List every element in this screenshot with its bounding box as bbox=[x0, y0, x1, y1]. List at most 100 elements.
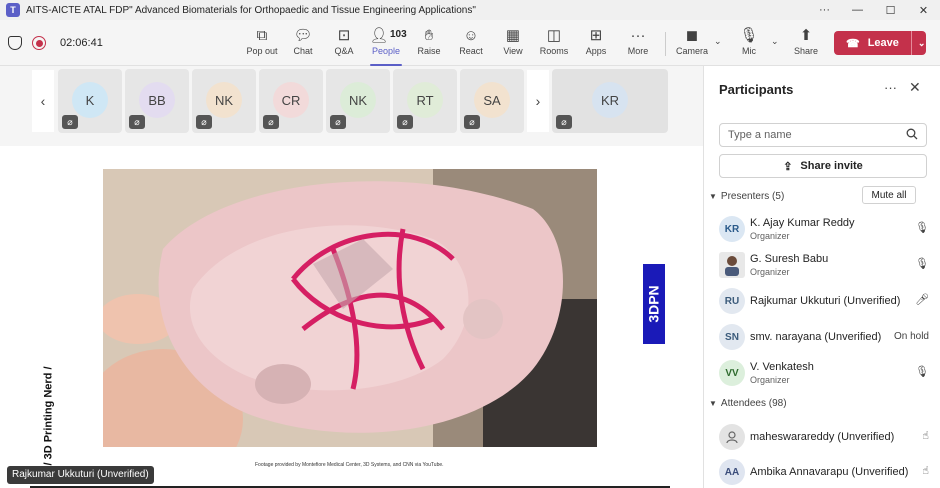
presenters-section-toggle[interactable]: ▼ Presenters (5) bbox=[709, 191, 784, 202]
search-icon[interactable] bbox=[906, 128, 918, 140]
chat-button[interactable]: 💬︎ Chat bbox=[281, 26, 325, 62]
mute-all-button[interactable]: Mute all bbox=[862, 186, 916, 204]
window-more-button[interactable]: ··· bbox=[808, 4, 841, 16]
brand-label: 3DPN bbox=[646, 285, 663, 323]
attendees-section-toggle[interactable]: ▼ Attendees (98) bbox=[709, 398, 787, 409]
participant-tile[interactable]: KR ⌀ bbox=[552, 69, 668, 133]
channel-caption: / 3D Printing Nerd / bbox=[38, 366, 58, 466]
share-button[interactable]: ⬆︎ Share bbox=[784, 26, 828, 62]
share-invite-icon: ⇪ bbox=[783, 160, 793, 173]
participant-row[interactable]: G. Suresh Babu Organizer 🎙︎ bbox=[719, 249, 929, 281]
participant-row[interactable]: maheswarareddy (Unverified) ☝︎ bbox=[719, 421, 929, 453]
avatar bbox=[719, 252, 745, 278]
raise-hand-icon: ✋︎ bbox=[424, 27, 434, 44]
avatar: BB bbox=[139, 82, 175, 118]
shared-video-image bbox=[103, 169, 597, 447]
shield-icon[interactable] bbox=[8, 36, 22, 50]
view-button[interactable]: ▦ View bbox=[491, 26, 535, 62]
channel-caption-text: / 3D Printing Nerd / bbox=[42, 366, 55, 466]
meeting-info: 02:06:41 bbox=[8, 20, 103, 66]
participant-name: Ambika Annavarapu (Unverified) bbox=[750, 466, 909, 478]
toolbar-divider bbox=[665, 32, 666, 56]
avatar bbox=[719, 424, 745, 450]
participant-tile[interactable]: CR ⌀ bbox=[259, 69, 323, 133]
close-window-button[interactable]: ✕ bbox=[907, 4, 940, 17]
more-button[interactable]: ··· More bbox=[616, 26, 660, 62]
meeting-toolbar: 02:06:41 ⧉ Pop out 💬︎ Chat ⊡ Q&A 👤︎ 103 … bbox=[0, 20, 940, 66]
mic-muted-icon: ⌀ bbox=[464, 115, 480, 129]
raise-hand-button[interactable]: ✋︎ Raise bbox=[407, 26, 451, 62]
participant-row[interactable]: VV V. Venkatesh Organizer 🎙︎ bbox=[719, 357, 929, 389]
mic-muted-icon: 🎙︎ bbox=[915, 222, 929, 234]
collapse-chevron-icon: ▼ bbox=[709, 399, 717, 408]
next-chevron-icon[interactable]: › bbox=[527, 70, 549, 132]
participant-tile[interactable]: NK ⌀ bbox=[192, 69, 256, 133]
hand-icon: ☝︎ bbox=[922, 465, 929, 477]
participant-tile[interactable]: RT ⌀ bbox=[393, 69, 457, 133]
panel-more-icon[interactable]: ··· bbox=[884, 80, 897, 95]
pop-out-label: Pop out bbox=[246, 46, 278, 56]
avatar: K bbox=[72, 82, 108, 118]
shared-video[interactable] bbox=[103, 169, 597, 447]
mic-on-icon: 🎤︎ bbox=[915, 294, 929, 306]
leave-button[interactable]: ☎︎ Leave ⌄ bbox=[834, 31, 926, 55]
recording-icon bbox=[32, 36, 46, 50]
mic-muted-icon: ⌀ bbox=[129, 115, 145, 129]
participant-row[interactable]: RU Rajkumar Ukkuturi (Unverified) 🎤︎ bbox=[719, 285, 929, 317]
mic-button[interactable]: 🎙︎ Mic bbox=[727, 26, 771, 62]
meeting-stage: ‹ K ⌀ BB ⌀ NK ⌀ CR ⌀ NK ⌀ RT ⌀ SA ⌀ › KR… bbox=[0, 66, 703, 488]
share-icon: ⬆︎ bbox=[799, 27, 813, 44]
mic-options-chevron-icon[interactable]: ⌄ bbox=[771, 36, 779, 47]
mic-muted-icon: ⌀ bbox=[62, 115, 78, 129]
rooms-button[interactable]: ◫ Rooms bbox=[532, 26, 576, 62]
avatar: RU bbox=[719, 288, 745, 314]
participant-name: K. Ajay Kumar Reddy bbox=[750, 217, 855, 229]
avatar: NK bbox=[206, 82, 242, 118]
share-invite-label: Share invite bbox=[800, 160, 863, 172]
camera-options-chevron-icon[interactable]: ⌄ bbox=[714, 36, 722, 47]
pop-out-icon: ⧉ bbox=[256, 27, 268, 44]
attendees-label: Attendees (98) bbox=[720, 398, 787, 409]
rooms-label: Rooms bbox=[539, 46, 569, 56]
participant-tile[interactable]: SA ⌀ bbox=[460, 69, 524, 133]
avatar: KR bbox=[592, 82, 628, 118]
close-icon[interactable]: ✕ bbox=[909, 79, 921, 96]
react-button[interactable]: ☺ React bbox=[449, 26, 493, 62]
avatar: CR bbox=[273, 82, 309, 118]
share-invite-button[interactable]: ⇪ Share invite bbox=[719, 154, 927, 178]
camera-button[interactable]: ◼︎ Camera bbox=[670, 26, 714, 62]
qa-label: Q&A bbox=[334, 46, 354, 56]
participant-row[interactable]: KR K. Ajay Kumar Reddy Organizer 🎙︎ bbox=[719, 213, 929, 245]
pop-out-button[interactable]: ⧉ Pop out bbox=[240, 26, 284, 62]
participant-name: smv. narayana (Unverified) bbox=[750, 331, 882, 343]
avatar: RT bbox=[407, 82, 443, 118]
participant-row[interactable]: AA Ambika Annavarapu (Unverified) ☝︎ bbox=[719, 456, 929, 488]
participant-tile[interactable]: K ⌀ bbox=[58, 69, 122, 133]
minimize-button[interactable]: — bbox=[841, 4, 874, 16]
participant-search-input[interactable] bbox=[728, 124, 898, 146]
avatar: KR bbox=[719, 216, 745, 242]
hand-icon: ☝︎ bbox=[922, 430, 929, 442]
people-count: 103 bbox=[390, 29, 407, 40]
presenter-name-tag: Rajkumar Ukkuturi (Unverified) bbox=[7, 466, 154, 484]
maximize-button[interactable]: ☐ bbox=[874, 4, 907, 17]
participant-tile[interactable]: NK ⌀ bbox=[326, 69, 390, 133]
mic-muted-icon: 🎙︎ bbox=[915, 258, 929, 270]
participant-tile[interactable]: BB ⌀ bbox=[125, 69, 189, 133]
mic-muted-icon: ⌀ bbox=[196, 115, 212, 129]
camera-off-icon: ◼︎ bbox=[685, 27, 699, 44]
more-icon: ··· bbox=[630, 27, 646, 44]
leave-options-chevron-icon[interactable]: ⌄ bbox=[918, 38, 926, 49]
3dpn-logo: 3DPN bbox=[643, 264, 665, 344]
profile-photo-icon bbox=[725, 256, 739, 276]
qa-button[interactable]: ⊡ Q&A bbox=[322, 26, 366, 62]
participant-gallery: K ⌀ BB ⌀ NK ⌀ CR ⌀ NK ⌀ RT ⌀ SA ⌀ bbox=[58, 69, 524, 133]
avatar: AA bbox=[719, 459, 745, 485]
apps-button[interactable]: ⊞ Apps bbox=[574, 26, 618, 62]
people-button[interactable]: 👤︎ 103 People bbox=[364, 26, 408, 66]
participant-row[interactable]: SN smv. narayana (Unverified) On hold bbox=[719, 321, 929, 353]
shared-video-area: Footage provided by Montefiore Medical C… bbox=[0, 146, 703, 488]
presenters-label: Presenters (5) bbox=[720, 191, 785, 202]
chat-icon: 💬︎ bbox=[293, 27, 313, 44]
previous-chevron-icon[interactable]: ‹ bbox=[32, 70, 54, 132]
